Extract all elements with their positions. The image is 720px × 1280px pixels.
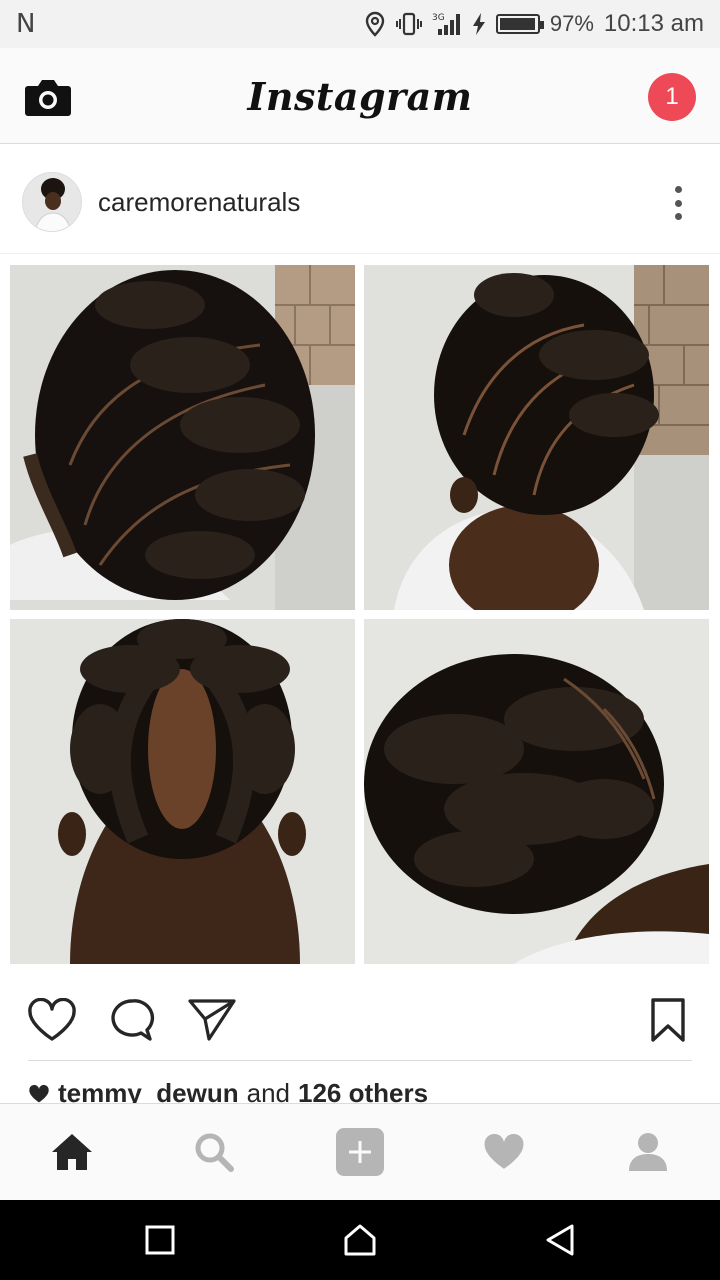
photo-4 (364, 619, 709, 964)
photo-1 (10, 265, 355, 610)
recent-apps-icon[interactable] (140, 1220, 180, 1260)
action-divider (28, 1060, 692, 1061)
carrier-glyph: N (16, 9, 36, 39)
post-actions (0, 990, 720, 1050)
photo-2 (364, 265, 709, 610)
likes-heart-icon (29, 1084, 49, 1102)
instagram-logo: Instagram (247, 74, 473, 119)
heart-icon[interactable] (26, 996, 78, 1044)
charging-icon (472, 13, 485, 35)
status-icons: 3G 97% 10:13 am (364, 10, 704, 38)
location-icon (365, 11, 385, 37)
bookmark-icon[interactable] (642, 996, 694, 1044)
post-image[interactable] (0, 255, 720, 975)
comment-icon[interactable] (106, 996, 158, 1044)
home-icon[interactable] (48, 1128, 96, 1176)
status-bar: N 3G 97% 10:13 am (0, 0, 720, 48)
battery-icon (495, 14, 544, 34)
notification-badge[interactable]: 1 (648, 73, 696, 121)
clock: 10:13 am (603, 10, 704, 37)
app-header: Instagram 1 (0, 48, 720, 144)
avatar[interactable] (22, 172, 82, 232)
network-type-label: 3G (432, 13, 445, 23)
vibrate-icon (395, 12, 422, 36)
post-header: caremorenaturals (0, 152, 720, 254)
bottom-nav (0, 1103, 720, 1200)
search-icon[interactable] (190, 1128, 238, 1176)
system-nav (0, 1200, 720, 1280)
signal-icon: 3G (432, 13, 460, 35)
send-icon[interactable] (186, 996, 238, 1044)
back-icon[interactable] (540, 1220, 580, 1260)
profile-icon[interactable] (624, 1128, 672, 1176)
activity-heart-icon[interactable] (480, 1128, 528, 1176)
post-username[interactable]: caremorenaturals (98, 187, 300, 218)
system-home-icon[interactable] (340, 1220, 380, 1260)
photo-3 (10, 619, 355, 964)
add-icon[interactable] (336, 1128, 384, 1176)
more-vertical-icon[interactable] (672, 186, 684, 220)
battery-percent: 97% (549, 11, 594, 36)
